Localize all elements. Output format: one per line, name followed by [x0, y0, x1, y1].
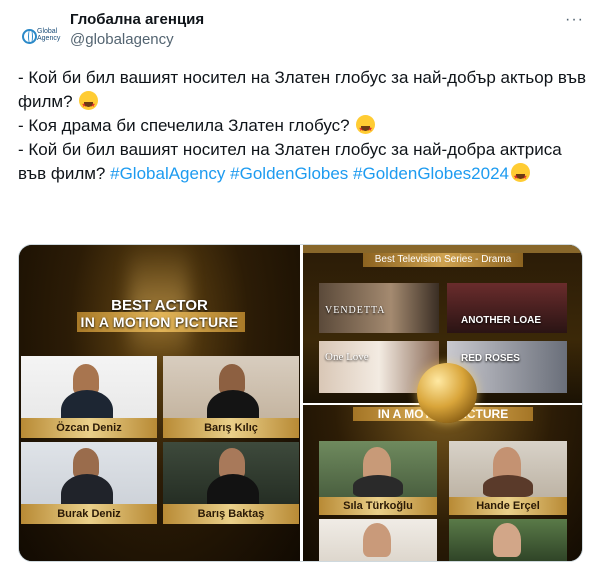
- nominee-card: Burak Deniz: [21, 442, 157, 524]
- nominee-card: Özcan Deniz: [21, 356, 157, 438]
- nominee-card: Barış Kılıç: [163, 356, 299, 438]
- nominee-suit: [353, 475, 403, 497]
- hashtag-goldenglobes2024[interactable]: #GoldenGlobes2024: [353, 164, 509, 183]
- nominee-name: Barış Baktaş: [163, 504, 299, 524]
- series-poster: VENDETTA: [319, 283, 439, 333]
- globe-logo-icon: [22, 29, 37, 44]
- nominee-card: Barış Baktaş: [163, 442, 299, 524]
- star-struck-emoji-icon: [79, 91, 99, 118]
- tweet-line-1-text: - Кой би бил вашият носител на Златен гл…: [18, 68, 586, 111]
- tweet-line-1: - Кой би бил вашият носител на Златен гл…: [18, 66, 593, 118]
- series-poster: ANOTHER LOAE: [447, 283, 567, 333]
- avatar-logo-text: Global Agency: [37, 28, 61, 42]
- series-poster-title: One Love: [325, 351, 369, 363]
- star-struck-emoji-icon: [356, 115, 376, 142]
- series-poster-title: VENDETTA: [325, 305, 386, 316]
- nominee-card: [449, 519, 567, 561]
- account-name[interactable]: Глобална агенция: [70, 11, 204, 28]
- hashtag-globalagency[interactable]: #GlobalAgency: [110, 164, 225, 183]
- nominee-name: Burak Deniz: [21, 504, 157, 524]
- series-poster-title: RED ROSES: [461, 353, 520, 364]
- tweet-line-2: - Коя драма би спечелила Златен глобус?: [18, 114, 593, 142]
- media-collage[interactable]: BEST ACTOR IN A MOTION PICTURE Özcan Den…: [18, 244, 583, 562]
- nominee-card: Hande Erçel: [449, 441, 567, 515]
- best-actress-image[interactable]: IN A MOTION PICTURE Sıla Türkoğlu Hande …: [303, 405, 582, 561]
- tweet-card[interactable]: Global Agency Глобална агенция @globalage…: [0, 0, 610, 579]
- golden-globe-icon: [417, 363, 477, 423]
- nominee-photo: [449, 519, 567, 561]
- hashtag-goldenglobes[interactable]: #GoldenGlobes: [230, 164, 348, 183]
- best-actor-image[interactable]: BEST ACTOR IN A MOTION PICTURE Özcan Den…: [19, 245, 300, 561]
- nominee-head: [363, 523, 391, 557]
- award-title-line2: IN A MOTION PICTURE: [80, 314, 239, 330]
- account-handle[interactable]: @globalagency: [70, 31, 174, 48]
- series-poster-title: ANOTHER LOAE: [461, 315, 541, 326]
- nominee-suit: [483, 475, 533, 497]
- star-struck-emoji-icon: [511, 163, 531, 190]
- nominee-head: [493, 523, 521, 557]
- tweet-line-3: - Кой би бил вашият носител на Златен гл…: [18, 138, 593, 190]
- nominee-name: Özcan Deniz: [21, 418, 157, 438]
- nominee-photo: [319, 519, 437, 561]
- series-category-label: Best Television Series - Drama: [363, 253, 523, 267]
- more-options-icon[interactable]: ···: [565, 11, 584, 29]
- tweet-line-2-text: - Коя драма би спечелила Златен глобус?: [18, 116, 350, 135]
- nominee-card: [319, 519, 437, 561]
- series-header-strip: [303, 245, 582, 253]
- nominee-name: Barış Kılıç: [163, 418, 299, 438]
- avatar[interactable]: Global Agency: [18, 16, 61, 56]
- nominee-card: Sıla Türkoğlu: [319, 441, 437, 515]
- nominee-name: Sıla Türkoğlu: [319, 497, 437, 515]
- tweet-text: - Кой би бил вашият носител на Златен гл…: [18, 66, 593, 190]
- nominee-name: Hande Erçel: [449, 497, 567, 515]
